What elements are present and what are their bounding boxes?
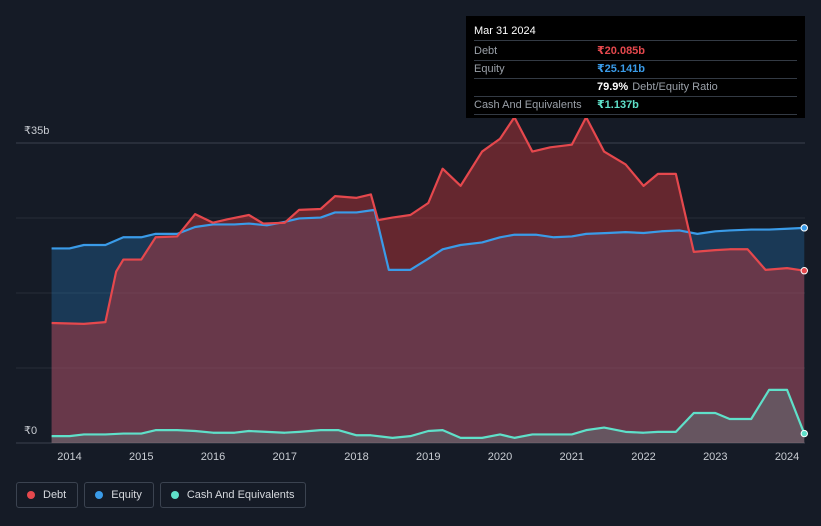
x-tick-label: 2023 <box>703 451 727 463</box>
x-tick-label: 2019 <box>416 451 440 463</box>
legend-item-debt[interactable]: Debt <box>16 482 79 508</box>
x-tick-label: 2016 <box>201 451 225 463</box>
tooltip-debt-label: Debt <box>474 45 498 57</box>
tooltip-row-cash: Cash And Equivalents ₹1.137b <box>474 97 797 115</box>
x-tick-label: 2015 <box>129 451 153 463</box>
x-tick-label: 2014 <box>57 451 81 463</box>
tooltip-ratio-suffix: Debt/Equity Ratio <box>632 81 718 93</box>
tooltip-row-equity: Equity ₹25.141b <box>474 61 797 79</box>
tooltip-row-ratio: 79.9% Debt/Equity Ratio <box>474 79 797 97</box>
x-tick-label: 2020 <box>488 451 512 463</box>
x-tick-label: 2022 <box>631 451 655 463</box>
x-tick-label: 2018 <box>344 451 368 463</box>
tooltip-cash-label: Cash And Equivalents <box>474 99 582 111</box>
y-tick-label: ₹35b <box>24 125 49 137</box>
tooltip-debt-value: ₹20.085b <box>597 45 646 57</box>
equity-end-marker <box>800 224 808 232</box>
legend-item-equity[interactable]: Equity <box>84 482 154 508</box>
tooltip-cash-value: ₹1.137b <box>597 99 639 111</box>
x-tick-label: 2024 <box>775 451 799 463</box>
x-tick-label: 2021 <box>560 451 584 463</box>
legend-cash-label: Cash And Equivalents <box>186 489 295 501</box>
cash-and-equivalents-end-marker <box>800 429 808 438</box>
tooltip-panel: Mar 31 2024 Debt ₹20.085b Equity ₹25.141… <box>466 16 805 118</box>
debt-end-marker <box>800 267 808 275</box>
tooltip-equity-value: ₹25.141b <box>597 63 646 75</box>
tooltip-ratio-value: 79.9% <box>597 81 629 93</box>
tooltip-row-debt: Debt ₹20.085b <box>474 43 797 61</box>
legend-debt-label: Debt <box>43 489 67 501</box>
legend-equity-swatch <box>95 491 104 499</box>
y-tick-label: ₹0 <box>24 425 37 437</box>
tooltip-ratio-label <box>474 79 597 96</box>
tooltip-equity-label: Equity <box>474 63 505 75</box>
x-tick-label: 2017 <box>273 451 297 463</box>
chart-legend: Debt Equity Cash And Equivalents <box>16 482 307 508</box>
legend-debt-swatch <box>27 491 35 499</box>
legend-equity-label: Equity <box>111 489 142 501</box>
legend-item-cash[interactable]: Cash And Equivalents <box>159 482 307 508</box>
tooltip-date: Mar 31 2024 <box>474 24 797 41</box>
legend-cash-swatch <box>170 491 179 499</box>
